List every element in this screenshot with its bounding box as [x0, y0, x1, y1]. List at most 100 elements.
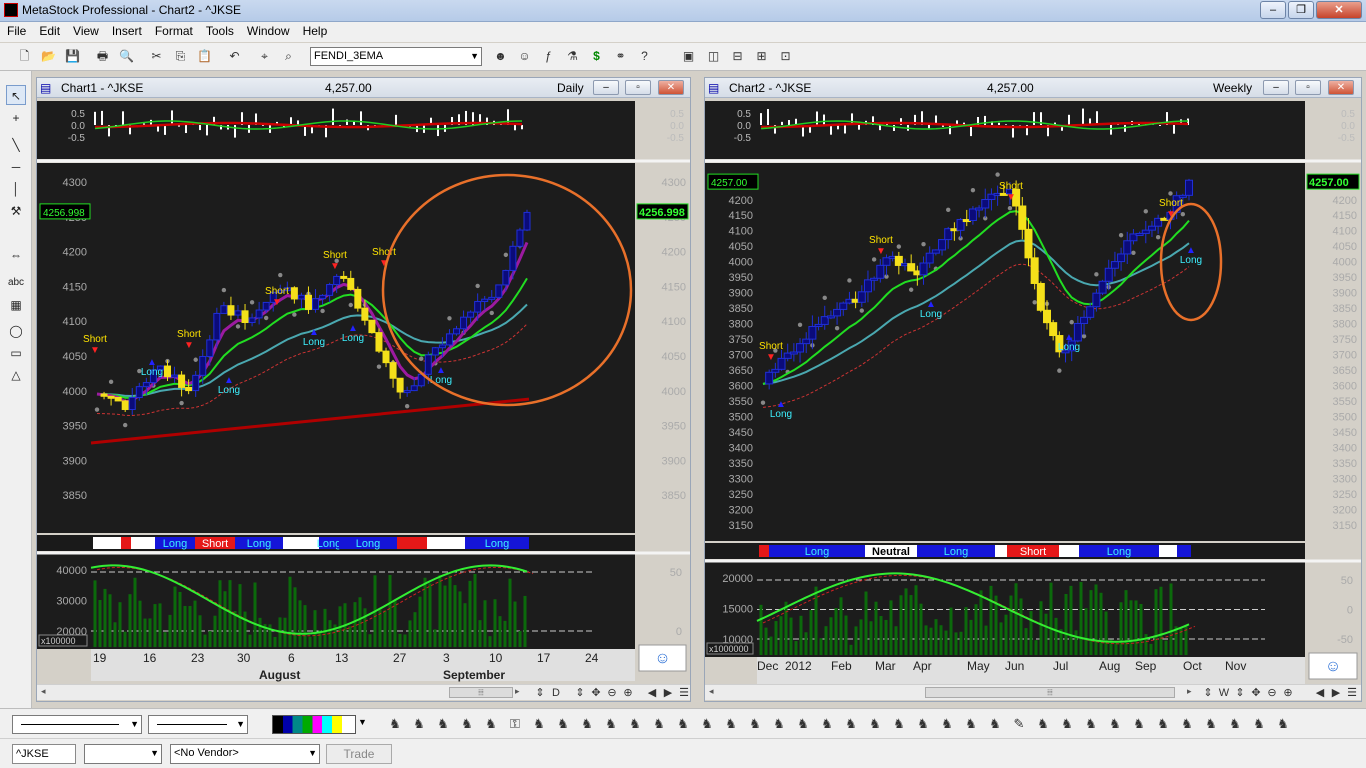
text-tool-icon[interactable]: abc: [6, 273, 26, 293]
explorer-icon[interactable]: ☺: [516, 48, 533, 65]
expert-advisor-icon[interactable]: ♞: [628, 717, 642, 731]
undo-icon[interactable]: ↶: [226, 48, 243, 65]
tile-horizontal-icon[interactable]: ⊟: [729, 48, 746, 65]
dollar-icon[interactable]: $: [588, 48, 605, 65]
expert-icon[interactable]: ☻: [492, 48, 509, 65]
trendline-icon[interactable]: ╲: [6, 135, 26, 155]
rectangle-icon[interactable]: ▭: [6, 343, 26, 363]
expert-advisor-icon[interactable]: ♞: [1132, 717, 1146, 731]
expert-advisor-icon[interactable]: ♞: [604, 717, 618, 731]
scroll-left-icon[interactable]: ◂: [709, 686, 714, 697]
menu-insert[interactable]: Insert: [105, 22, 148, 38]
template-select[interactable]: FENDI_3EMA ▼: [310, 47, 482, 66]
pen-icon[interactable]: ✎: [1012, 717, 1026, 731]
paste-icon[interactable]: 📋: [196, 48, 213, 65]
expert-advisor-icon[interactable]: ♞: [388, 717, 402, 731]
chart2-scrollbar[interactable]: ◂ ⦙⦙⦙ ▸ ⇕ W ⇕ ✥ ⊖ ⊕ ◀ ▶ ☰: [705, 684, 1361, 700]
new-file-icon[interactable]: 🗋: [16, 48, 33, 65]
triangle-icon[interactable]: △: [6, 365, 26, 385]
expert-advisor-icon[interactable]: ♞: [796, 717, 810, 731]
zoom-in-icon[interactable]: ⊕: [1281, 686, 1295, 700]
chart2-close-button[interactable]: ✕: [1328, 80, 1354, 95]
open-folder-icon[interactable]: 📂: [40, 48, 57, 65]
expert-advisor-icon[interactable]: ♞: [1276, 717, 1290, 731]
expert-advisor-icon[interactable]: ♞: [532, 717, 546, 731]
expert-advisor-icon[interactable]: ♞: [1060, 717, 1074, 731]
chart2-window[interactable]: ▤ Chart2 - ^JKSE 4,257.00 Weekly – ▫ ✕ 0…: [704, 77, 1362, 702]
copy-icon[interactable]: ⎘: [172, 48, 189, 65]
expert-advisor-icon[interactable]: ♞: [676, 717, 690, 731]
expert-advisor-icon[interactable]: ♞: [988, 717, 1002, 731]
ellipse-icon[interactable]: ◯: [6, 321, 26, 341]
chart2-minimize-button[interactable]: –: [1263, 80, 1289, 95]
expert-advisor-icon[interactable]: ♞: [436, 717, 450, 731]
symbol-field[interactable]: ^JKSE: [12, 744, 76, 764]
expert-advisor-icon[interactable]: ♞: [892, 717, 906, 731]
fork-icon[interactable]: ⚒: [6, 201, 26, 221]
chart2-header[interactable]: ▤ Chart2 - ^JKSE 4,257.00 Weekly – ▫ ✕: [705, 78, 1361, 98]
horizontal-line-icon[interactable]: ─: [6, 157, 26, 177]
chart1-period-label[interactable]: D: [549, 686, 563, 700]
expert-advisor-icon[interactable]: ♞: [580, 717, 594, 731]
select-arrow-icon[interactable]: ↖: [6, 85, 26, 105]
cascade-icon[interactable]: ▣: [680, 48, 697, 65]
line-weight-select[interactable]: ▼: [148, 715, 248, 734]
expert-advisor-icon[interactable]: ♞: [1156, 717, 1170, 731]
expert-advisor-icon[interactable]: ♞: [916, 717, 930, 731]
vendor-select[interactable]: <No Vendor> ▼: [170, 744, 320, 764]
tile-vertical-icon[interactable]: ◫: [705, 48, 722, 65]
expert-advisor-icon[interactable]: ♞: [700, 717, 714, 731]
expert-advisor-icon[interactable]: ♞: [772, 717, 786, 731]
pan-icon[interactable]: ✥: [589, 686, 603, 700]
menu-view[interactable]: View: [66, 22, 105, 38]
maximize-button[interactable]: ❐: [1288, 1, 1314, 19]
expert-advisor-icon[interactable]: ♞: [1084, 717, 1098, 731]
help-pointer-icon[interactable]: ?: [636, 48, 653, 65]
expert-advisor-icon[interactable]: ♞: [652, 717, 666, 731]
step-back-icon[interactable]: ◀: [1313, 686, 1327, 700]
step-back-icon[interactable]: ◀: [645, 686, 659, 700]
security-select[interactable]: ▼: [84, 744, 162, 764]
chart1-maximize-button[interactable]: ▫: [625, 80, 651, 95]
expert-advisor-icon[interactable]: ♞: [1180, 717, 1194, 731]
scroll-right-icon[interactable]: ▸: [1187, 686, 1192, 697]
scroll-right-icon[interactable]: ▸: [515, 686, 520, 697]
chart1-window[interactable]: ▤ Chart1 - ^JKSE 4,257.00 Daily – ▫ ✕ 0.…: [36, 77, 691, 702]
scroll-thumb[interactable]: ⦙⦙⦙: [925, 687, 1175, 698]
chart1-minimize-button[interactable]: –: [593, 80, 619, 95]
save-icon[interactable]: 💾: [64, 48, 81, 65]
zoom-icon[interactable]: ⌕: [280, 48, 297, 65]
binoculars-icon[interactable]: ⚭: [612, 48, 629, 65]
expert-advisor-icon[interactable]: ♞: [748, 717, 762, 731]
step-forward-icon[interactable]: ▶: [1329, 686, 1343, 700]
expert-advisor-icon[interactable]: ♞: [964, 717, 978, 731]
chevron-down-icon[interactable]: ▼: [358, 717, 367, 727]
menu-file[interactable]: File: [0, 22, 32, 38]
expert-advisor-icon[interactable]: ♞: [820, 717, 834, 731]
expert-advisor-icon[interactable]: ♞: [1036, 717, 1050, 731]
tile-grid-icon[interactable]: ⊞: [753, 48, 770, 65]
step-forward-icon[interactable]: ▶: [661, 686, 675, 700]
chart1-canvas[interactable]: 0.50.50.00.0-0.5-0.543004300425042504200…: [37, 99, 690, 684]
cut-icon[interactable]: ✂: [148, 48, 165, 65]
expert-advisor-icon[interactable]: ♞: [868, 717, 882, 731]
expert-advisor-icon[interactable]: ♞: [1252, 717, 1266, 731]
scroll-thumb[interactable]: ⦙⦙⦙: [449, 687, 513, 698]
close-button[interactable]: ✕: [1316, 1, 1362, 19]
chart1-scrollbar[interactable]: ◂ ⦙⦙⦙ ▸ ⇕ D ⇕ ✥ ⊖ ⊕ ◀ ▶ ☰: [37, 684, 690, 700]
system-tester-icon[interactable]: ⚗: [564, 48, 581, 65]
key-icon[interactable]: ⚿: [508, 717, 522, 731]
pan-icon[interactable]: ✥: [1249, 686, 1263, 700]
scroll-zoom-icon[interactable]: ⇕: [1201, 686, 1215, 700]
expand-icon[interactable]: ⇕: [573, 686, 587, 700]
expert-advisor-icon[interactable]: ♞: [1228, 717, 1242, 731]
menu-lines-icon[interactable]: ☰: [1345, 686, 1359, 700]
chart1-header[interactable]: ▤ Chart1 - ^JKSE 4,257.00 Daily – ▫ ✕: [37, 78, 690, 98]
expert-advisor-icon[interactable]: ♞: [724, 717, 738, 731]
grid-tool-icon[interactable]: ▦: [6, 295, 26, 315]
menu-help[interactable]: Help: [296, 22, 334, 38]
zoom-in-icon[interactable]: ⊕: [621, 686, 635, 700]
chart1-close-button[interactable]: ✕: [658, 80, 684, 95]
formula-icon[interactable]: ƒ: [540, 48, 557, 65]
expert-advisor-icon[interactable]: ♞: [940, 717, 954, 731]
